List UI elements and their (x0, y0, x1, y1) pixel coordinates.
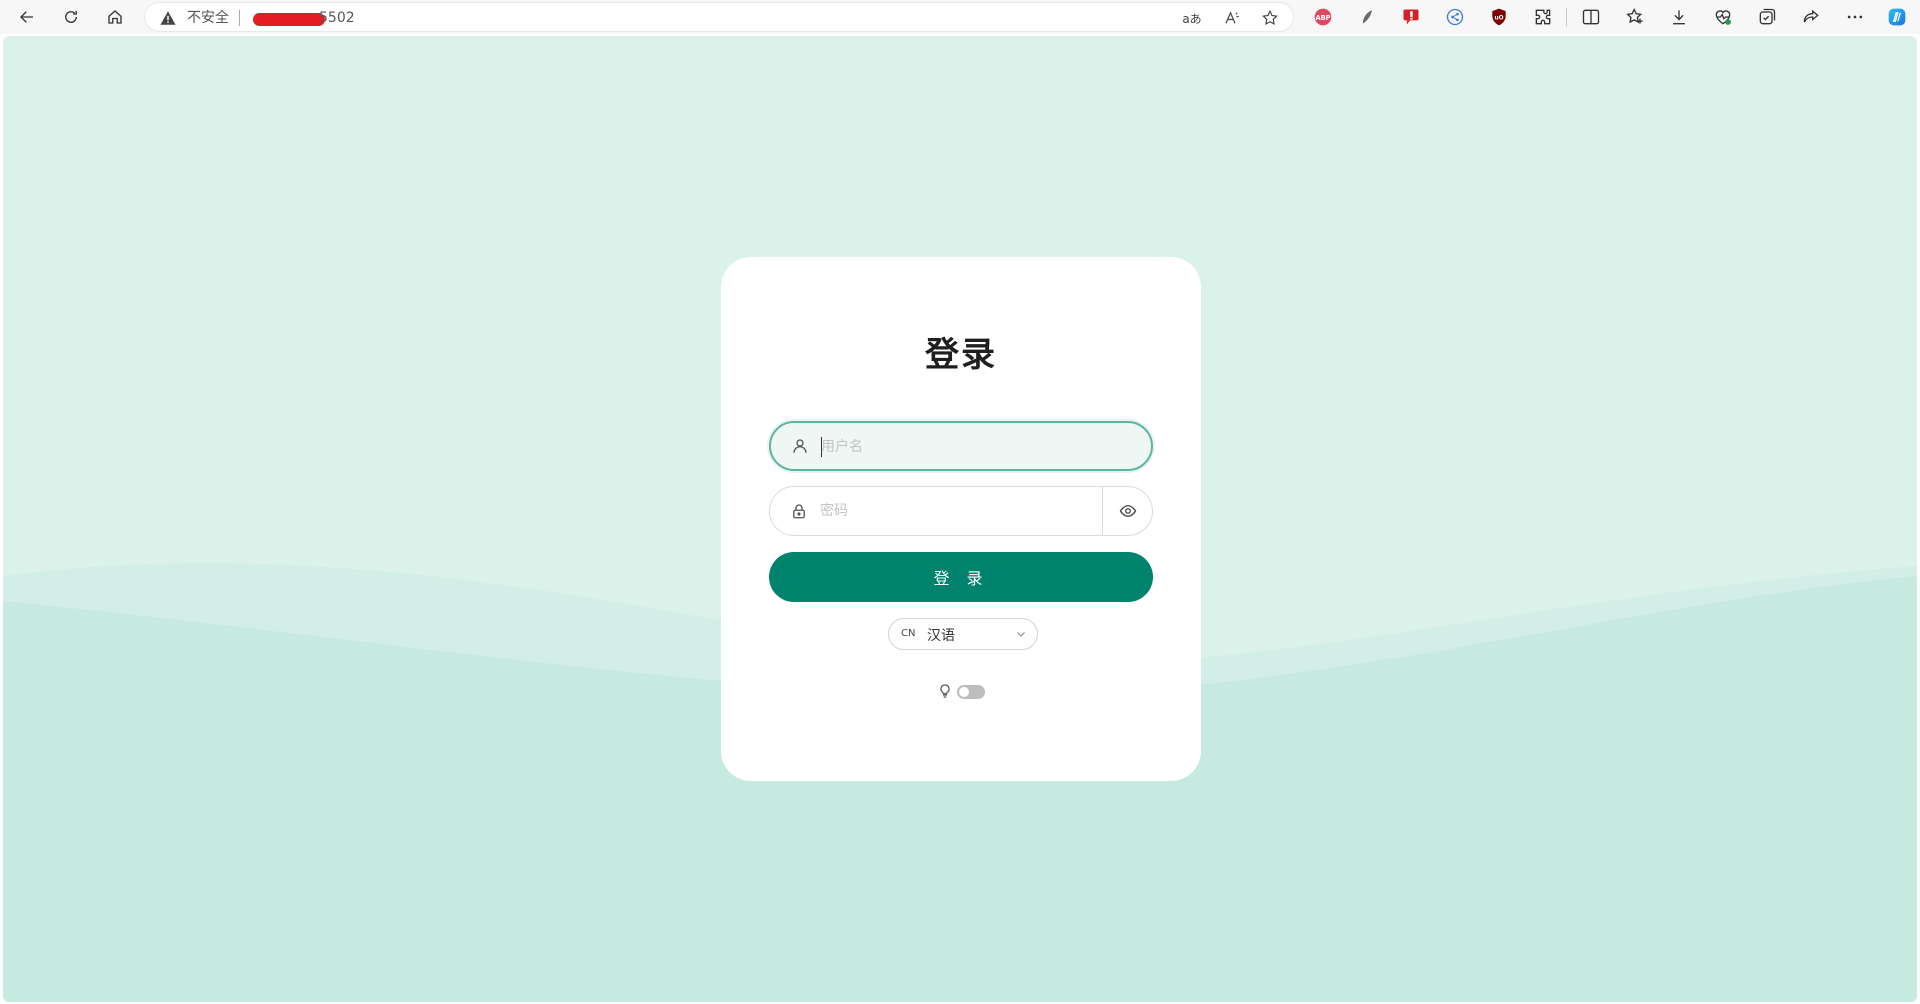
refresh-icon[interactable] (56, 3, 86, 31)
theme-toggle-row (721, 681, 1201, 703)
split-screen-icon[interactable] (1580, 6, 1602, 28)
switch-knob (959, 687, 969, 697)
favorites-icon[interactable] (1624, 6, 1646, 28)
warning-icon[interactable] (159, 9, 177, 27)
username-input[interactable] (821, 433, 1131, 461)
share-extension-icon[interactable] (1444, 6, 1466, 28)
language-label: 汉语 (927, 628, 955, 644)
password-input[interactable] (820, 497, 1080, 525)
download-icon[interactable] (1668, 6, 1690, 28)
address-divider (239, 10, 240, 26)
login-title: 登录 (925, 335, 997, 375)
url-text[interactable]: 5502 (319, 9, 355, 27)
show-password-button[interactable] (1102, 487, 1152, 535)
language-code: CN (901, 628, 916, 639)
svg-text:uO: uO (1494, 16, 1503, 22)
login-button[interactable]: 登 录 (769, 552, 1153, 602)
performance-icon[interactable] (1712, 6, 1734, 28)
more-icon[interactable] (1844, 6, 1866, 28)
chevron-down-icon (1017, 632, 1025, 637)
bulb-icon (940, 684, 950, 698)
login-card: 登录 登 录 CN 汉语 (721, 257, 1201, 781)
extensions-puzzle-icon[interactable] (1532, 6, 1554, 28)
star-icon[interactable] (1259, 7, 1281, 29)
lock-icon (793, 504, 805, 519)
security-label[interactable]: 不安全 (187, 9, 229, 27)
redacted-url-host (253, 13, 325, 26)
address-bar[interactable]: 不安全 5502 aあ (144, 2, 1294, 32)
ublock-origin-icon[interactable]: uO (1488, 6, 1510, 28)
password-field[interactable] (769, 486, 1153, 536)
read-aloud-icon[interactable] (1221, 7, 1243, 29)
username-field[interactable] (769, 421, 1153, 471)
browser-toolbar: 不安全 5502 aあ ABP uO (0, 0, 1920, 34)
adblock-plus-icon[interactable]: ABP (1312, 6, 1334, 28)
thumbs-down-extension-icon[interactable] (1400, 6, 1422, 28)
home-icon[interactable] (100, 3, 130, 31)
collections-icon[interactable] (1756, 6, 1778, 28)
copilot-icon[interactable] (1886, 6, 1908, 28)
translate-icon[interactable]: aあ (1181, 7, 1203, 29)
feather-extension-icon[interactable] (1356, 6, 1378, 28)
share-icon[interactable] (1800, 6, 1822, 28)
user-icon (793, 439, 807, 453)
theme-switch[interactable] (957, 685, 985, 699)
toolbar-divider (1566, 8, 1567, 26)
eye-icon (1119, 505, 1136, 517)
page-viewport: 登录 登 录 CN 汉语 (3, 36, 1917, 1002)
svg-text:ABP: ABP (1315, 14, 1330, 22)
language-select[interactable]: CN 汉语 (888, 618, 1038, 650)
back-icon[interactable] (12, 3, 42, 31)
